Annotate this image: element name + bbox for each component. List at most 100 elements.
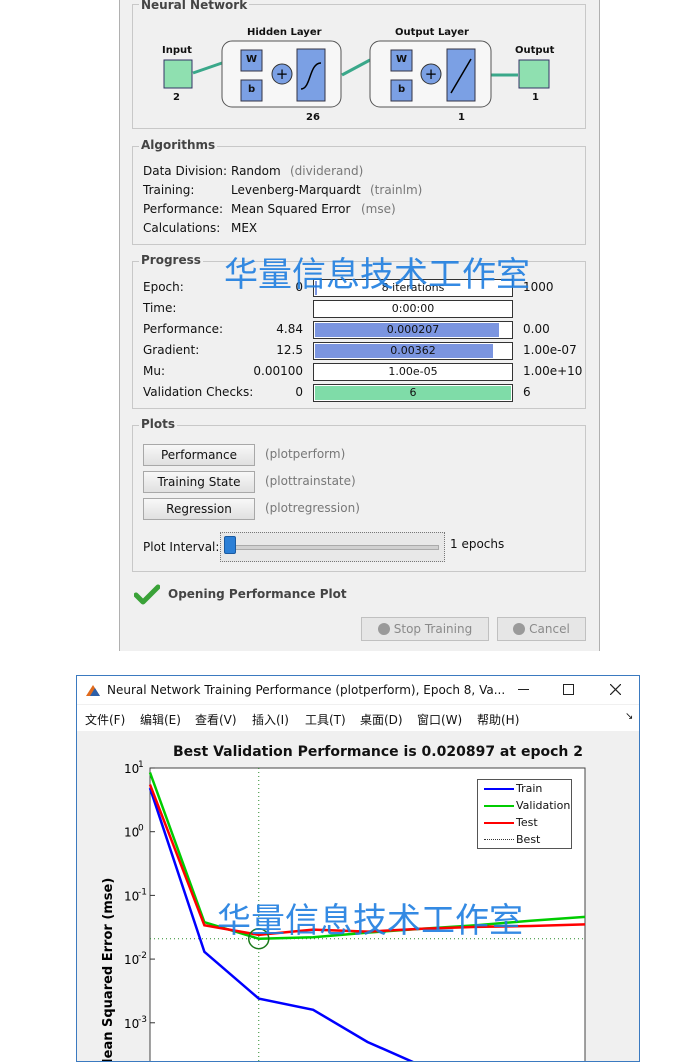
input-label: Input <box>162 45 192 56</box>
progress-end: 0.00 <box>523 322 550 336</box>
y-axis-label: Mean Squared Error (mse) <box>101 878 116 1061</box>
progress-start: 4.84 <box>276 322 303 336</box>
hidden-size: 26 <box>306 112 320 123</box>
progress-label: Gradient: <box>143 343 200 357</box>
legend-swatch-train <box>484 788 514 790</box>
progress-bar: 6 <box>313 384 513 402</box>
progress-end: 1.00e+10 <box>523 364 583 378</box>
input-size: 2 <box>173 92 180 103</box>
progress-bar: 1.00e-05 <box>313 363 513 381</box>
checkmark-icon <box>134 584 160 605</box>
watermark: 华量信息技术工作室 <box>217 901 523 941</box>
connector-input-hidden <box>192 61 223 75</box>
hidden-bias-symbol: b <box>248 84 256 95</box>
legend-label-train: Train <box>516 782 543 795</box>
algo-value: Levenberg-Marquardt <box>231 183 361 197</box>
plot-interval-label: Plot Interval: <box>143 540 220 554</box>
cancel-icon <box>513 623 526 635</box>
progress-label: Mu: <box>143 364 166 378</box>
legend-swatch-test <box>484 822 514 824</box>
hidden-weight-symbol: W <box>246 54 258 65</box>
legend-swatch-validation <box>484 805 514 807</box>
progress-label: Time: <box>143 301 177 315</box>
progress-start: 0 <box>295 385 303 399</box>
progress-end: 6 <box>523 385 531 399</box>
algo-fn: (mse) <box>361 202 396 216</box>
stop-training-label: Stop Training <box>393 622 473 636</box>
slider-thumb[interactable] <box>224 536 236 554</box>
plot-interval-value: 1 epochs <box>450 537 505 551</box>
algorithms-title: Algorithms <box>139 138 218 152</box>
progress-bar: 0.000207 <box>313 321 513 339</box>
legend-label-validation: Validation <box>516 799 571 812</box>
plots-title: Plots <box>139 417 178 431</box>
input-block <box>163 59 193 89</box>
figure-window: Neural Network Training Performance (plo… <box>76 675 640 1062</box>
progress-current: 0:00:00 <box>391 302 435 315</box>
algo-value: Mean Squared Error <box>231 202 351 216</box>
regression-plot-fn: (plotregression) <box>265 501 360 515</box>
progress-label: Performance: <box>143 322 224 336</box>
neural-network-group: Neural Network + + Input 2 Hidden Layer … <box>132 0 586 129</box>
output-label: Output <box>515 45 555 56</box>
progress-bar: 0:00:00 <box>313 300 513 318</box>
output-block <box>518 59 550 89</box>
training-state-plot-fn: (plottrainstate) <box>265 474 356 488</box>
progress-current: 0.00362 <box>390 344 436 357</box>
cancel-button[interactable]: Cancel <box>497 617 586 641</box>
hidden-layer-label: Hidden Layer <box>247 27 322 38</box>
plus-glyph: + <box>276 65 289 83</box>
y-tick-label: 10 <box>124 1017 139 1031</box>
y-tick-exponent: -1 <box>138 887 147 897</box>
plots-group: Plots Performance (plotperform) Training… <box>132 417 586 572</box>
plus-glyph: + <box>425 65 438 83</box>
algo-label: Performance: <box>143 202 224 216</box>
progress-bar: 0.00362 <box>313 342 513 360</box>
y-tick-label: 10 <box>124 762 139 776</box>
performance-plot-fn: (plotperform) <box>265 447 346 461</box>
performance-chart: 10110010-110-210-3Mean Squared Error (ms… <box>101 760 586 1061</box>
slider-track <box>227 545 439 550</box>
y-tick-exponent: 0 <box>138 824 144 834</box>
output-layer-size: 1 <box>458 112 465 123</box>
algo-value: Random <box>231 164 281 178</box>
connector-hidden-output <box>341 58 371 77</box>
output-weight-symbol: W <box>396 54 408 65</box>
progress-end: 1.00e-07 <box>523 343 577 357</box>
algo-label: Training: <box>143 183 195 197</box>
legend-swatch-best <box>484 839 514 840</box>
performance-plot-button[interactable]: Performance <box>143 444 255 466</box>
training-state-plot-button[interactable]: Training State <box>143 471 255 493</box>
algo-fn: (trainlm) <box>370 183 423 197</box>
algo-label: Data Division: <box>143 164 228 178</box>
chart-legend: Train Validation Test Best <box>477 779 572 849</box>
y-tick-label: 10 <box>124 889 139 903</box>
y-tick-label: 10 <box>124 953 139 967</box>
algorithms-group: Algorithms Data Division: Random (divide… <box>132 138 586 245</box>
stop-training-button[interactable]: Stop Training <box>361 617 489 641</box>
progress-start: 12.5 <box>276 343 303 357</box>
y-tick-label: 10 <box>124 826 139 840</box>
progress-current: 0.000207 <box>386 323 440 336</box>
output-size: 1 <box>532 92 539 103</box>
plot-interval-slider[interactable] <box>220 532 445 562</box>
progress-title: Progress <box>139 253 203 267</box>
algo-value: MEX <box>231 221 258 235</box>
output-bias-symbol: b <box>398 84 406 95</box>
progress-label: Epoch: <box>143 280 184 294</box>
progress-label: Validation Checks: <box>143 385 254 399</box>
regression-plot-button[interactable]: Regression <box>143 498 255 520</box>
progress-current: 6 <box>409 386 417 399</box>
y-tick-exponent: -3 <box>138 1015 147 1025</box>
watermark: 华量信息技术工作室 <box>224 255 530 295</box>
status-text: Opening Performance Plot <box>168 587 347 601</box>
progress-current: 1.00e-05 <box>388 365 438 378</box>
network-diagram: + + <box>163 40 550 108</box>
output-layer-label: Output Layer <box>395 27 469 38</box>
progress-start: 0.00100 <box>253 364 303 378</box>
y-tick-exponent: -2 <box>138 951 147 961</box>
algo-fn: (dividerand) <box>290 164 364 178</box>
legend-label-best: Best <box>516 833 541 846</box>
stop-icon <box>377 623 390 635</box>
y-tick-exponent: 1 <box>138 760 144 770</box>
